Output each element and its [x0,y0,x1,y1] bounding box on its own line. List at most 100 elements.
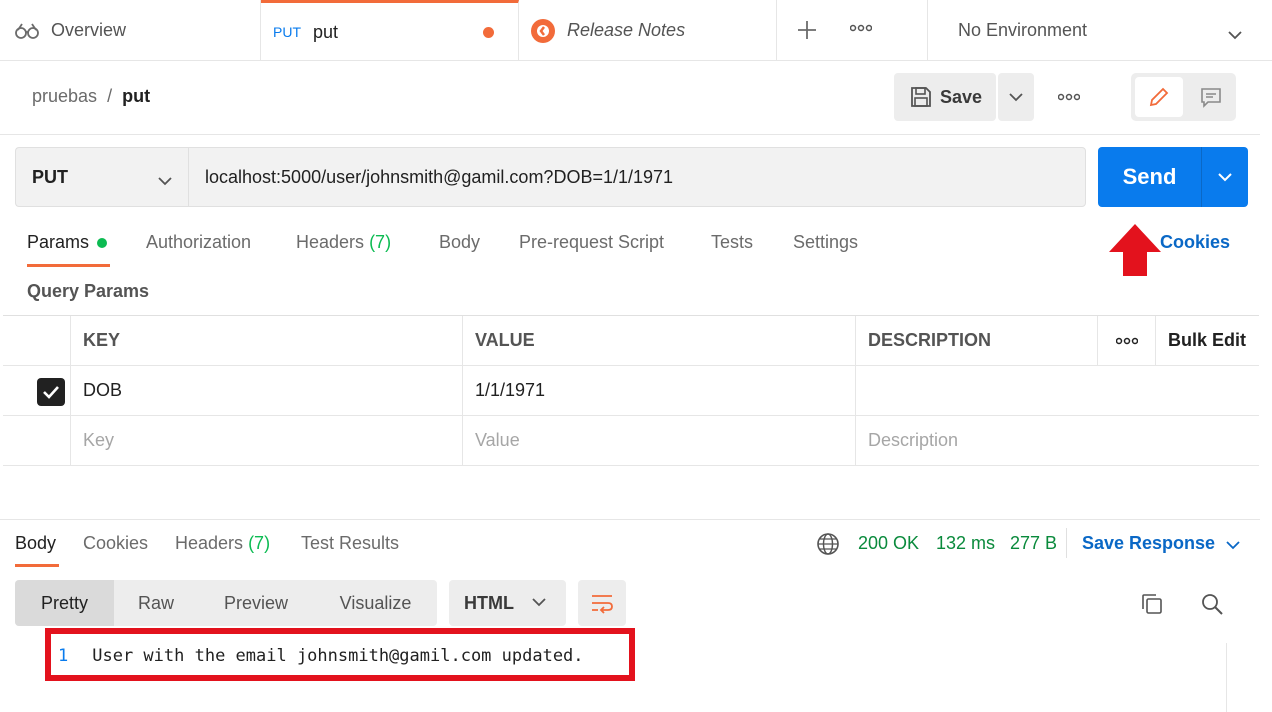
method-label: PUT [32,166,68,187]
response-time[interactable]: 132 ms [936,533,995,554]
column-header-description-label: DESCRIPTION [868,330,992,350]
param-key: DOB [83,380,123,400]
chevron-down-icon [158,170,172,191]
active-tab-indicator [27,264,110,267]
breadcrumb: pruebas / put [32,86,150,107]
status-code[interactable]: 200 OK [858,533,919,554]
new-param-key-input[interactable]: Key [70,416,463,465]
save-button[interactable]: Save [894,73,996,121]
description-placeholder: Description [868,430,959,450]
editor-scrollbar[interactable] [1226,643,1246,712]
more-icon[interactable] [1057,86,1081,107]
breadcrumb-separator: / [107,86,113,106]
save-response-button[interactable]: Save Response [1082,533,1240,555]
tab-headers-label: Headers [296,232,365,252]
value-placeholder: Value [475,430,520,450]
new-param-description-input[interactable]: Description [855,416,1259,465]
response-tab-test-results[interactable]: Test Results [301,533,399,554]
status-divider [1066,528,1067,558]
column-header-key-label: KEY [83,330,121,350]
more-icon[interactable] [849,20,873,36]
tab-tests[interactable]: Tests [711,232,753,253]
save-label: Save [940,86,983,107]
tab-authorization[interactable]: Authorization [146,232,251,253]
params-active-dot-icon [97,238,108,249]
cookies-link[interactable]: Cookies [1160,232,1230,253]
bulk-edit-button[interactable]: Bulk Edit [1155,316,1259,365]
copy-icon[interactable] [1140,592,1164,621]
new-param-value-input[interactable]: Value [462,416,855,465]
view-visualize-label: Visualize [339,592,412,613]
chevron-down-icon [1218,172,1232,182]
send-button[interactable]: Send [1098,147,1201,207]
tab-body[interactable]: Body [439,232,480,253]
format-select[interactable]: HTML [449,580,566,626]
param-value-cell[interactable]: 1/1/1971 [462,366,855,415]
tab-authorization-label: Authorization [146,232,252,252]
url-input[interactable]: localhost:5000/user/johnsmith@gamil.com?… [188,147,1086,207]
unsaved-dot-icon [483,26,494,38]
response-tab-headers[interactable]: Headers (7) [175,533,270,554]
format-label: HTML [464,592,514,613]
param-description-cell[interactable] [855,366,1259,415]
method-select[interactable]: PUT [15,147,188,207]
comment-mode-button[interactable] [1187,77,1235,117]
edit-mode-button[interactable] [1135,77,1183,117]
param-key-cell[interactable]: DOB [70,366,463,415]
save-dropdown-button[interactable] [998,73,1034,121]
tab-headers[interactable]: Headers (7) [296,232,391,253]
checkbox-icon [42,385,60,399]
wrap-lines-button[interactable] [578,580,626,626]
environment-select[interactable]: No Environment [927,0,1272,61]
column-header-value: VALUE [462,316,855,365]
tab-put-method: PUT [273,24,301,40]
bulk-edit-label: Bulk Edit [1168,330,1247,350]
response-divider [0,519,1260,520]
response-tab-cookies-label: Cookies [83,533,149,553]
wrap-icon [590,592,614,614]
response-tab-body[interactable]: Body [15,533,56,554]
chevron-down-icon [1226,534,1240,555]
view-preview-button[interactable]: Preview [198,580,314,626]
breadcrumb-request-name[interactable]: put [122,86,150,106]
param-enabled-checkbox[interactable] [37,378,65,406]
tab-settings[interactable]: Settings [793,232,858,253]
send-label: Send [1122,164,1177,189]
tab-overview[interactable]: Overview [0,0,261,61]
tab-params[interactable]: Params [27,232,108,253]
header-divider [0,134,1260,135]
table-row: Key Value Description [3,416,1259,466]
tab-body-label: Body [439,232,481,252]
plus-icon[interactable] [795,18,819,42]
breadcrumb-folder[interactable]: pruebas [32,86,97,106]
view-raw-button[interactable]: Raw [114,580,198,626]
response-tab-cookies[interactable]: Cookies [83,533,148,554]
view-mode-segmented-control: Pretty Raw Preview Visualize [15,580,437,626]
release-notes-icon [531,18,555,43]
view-pretty-button[interactable]: Pretty [15,580,114,626]
tab-release-notes[interactable]: Release Notes [519,0,777,61]
view-pretty-label: Pretty [40,592,88,613]
tab-tests-label: Tests [711,232,754,252]
active-tab-indicator [15,564,59,567]
table-more-button[interactable] [1097,316,1155,365]
pencil-icon [1148,86,1170,108]
params-table: KEY VALUE DESCRIPTION Bulk Edit DOB 1/1/… [3,315,1259,466]
column-header-key: KEY [70,316,463,365]
tab-prerequest-script[interactable]: Pre-request Script [519,232,664,253]
search-icon[interactable] [1200,592,1224,621]
tab-params-label: Params [27,232,90,252]
globe-icon[interactable] [816,532,840,561]
comment-icon [1200,86,1222,108]
tab-release-label: Release Notes [567,20,686,40]
chevron-down-icon [1009,92,1023,102]
view-visualize-button[interactable]: Visualize [314,580,437,626]
send-dropdown-button[interactable] [1201,147,1248,207]
response-size[interactable]: 277 B [1010,533,1057,554]
chevron-down-icon [532,598,546,607]
tab-overview-label: Overview [51,20,127,40]
response-tab-headers-count: (7) [248,533,271,553]
response-body-text: User with the email johnsmith@gamil.com … [92,646,584,666]
tab-put[interactable]: PUT put [261,0,519,61]
response-tab-body-label: Body [15,533,57,553]
